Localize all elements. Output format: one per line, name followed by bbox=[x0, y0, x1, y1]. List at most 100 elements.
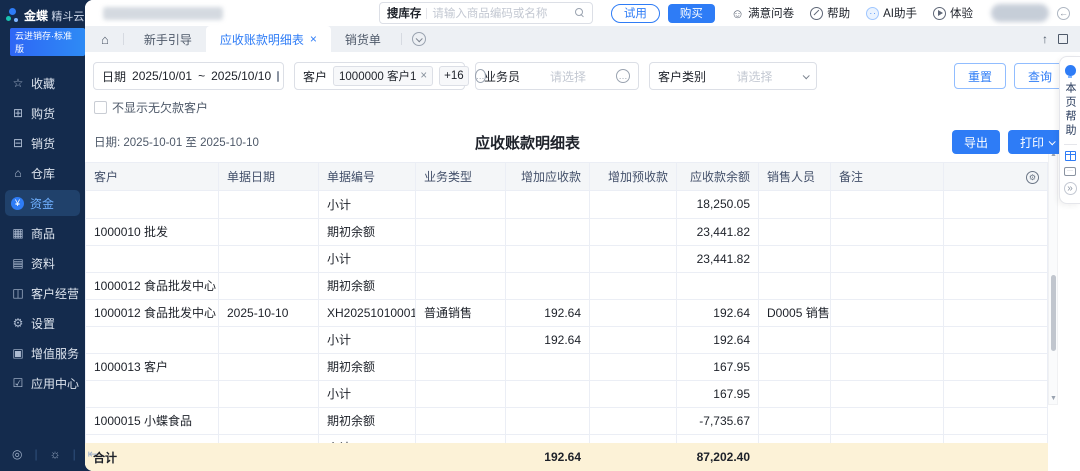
remove-tag-icon[interactable]: × bbox=[420, 70, 427, 82]
table-body-scroll-area[interactable]: 小计 18,250.05 1000010 批发 期初余额 23,441.82 小计 23,4… bbox=[85, 191, 1048, 443]
table-row[interactable]: 小计 23,441.82 bbox=[85, 245, 1048, 273]
table-cell bbox=[943, 380, 1048, 408]
export-button[interactable]: 导出 bbox=[951, 130, 1000, 154]
column-header[interactable]: 备注 bbox=[830, 162, 944, 191]
table-cell bbox=[830, 272, 944, 300]
tab-receivable-report[interactable]: 应收账款明细表 × bbox=[205, 26, 331, 52]
customer-category-field[interactable]: 客户类别 请选择 bbox=[649, 62, 817, 90]
experience-menu[interactable]: 体验 bbox=[933, 5, 973, 21]
table-row[interactable]: 1000012 食品批发中心 2025-10-10 XH20251010001 普通销… bbox=[85, 299, 1048, 327]
gift-icon[interactable] bbox=[1064, 151, 1076, 161]
close-tab-icon[interactable]: × bbox=[310, 32, 317, 46]
column-header[interactable]: 销售人员 bbox=[758, 162, 831, 191]
collapse-panel-icon[interactable]: » bbox=[1063, 182, 1077, 195]
customer-field[interactable]: 客户 1000000 客户1 × +16 … bbox=[294, 62, 486, 90]
table-cell bbox=[218, 272, 319, 300]
column-header[interactable]: 增加预收款 bbox=[589, 162, 677, 191]
filter-bar: 日期 2025/10/01 ~ 2025/10/10 客户 1000000 客户… bbox=[85, 52, 1080, 90]
salesman-placeholder: 请选择 bbox=[550, 69, 587, 84]
user-avatar-redacted[interactable] bbox=[991, 4, 1049, 22]
brand-bold: 金蝶 bbox=[24, 9, 49, 23]
ai-assistant-menu[interactable]: AI助手 bbox=[866, 5, 917, 21]
home-icon[interactable]: ⌂ bbox=[93, 32, 117, 47]
hide-no-debt-checkbox[interactable] bbox=[94, 101, 107, 114]
target-icon[interactable]: ◎ bbox=[12, 447, 22, 461]
print-button[interactable]: 打印 bbox=[1007, 130, 1066, 154]
inventory-search-input[interactable]: 搜库存 请输入商品编码或名称 bbox=[378, 2, 593, 24]
table-row[interactable]: 1000013 客户 期初余额 167.95 bbox=[85, 353, 1048, 381]
sidebar-item-data[interactable]: ▤ 资料 bbox=[5, 250, 80, 276]
table-row[interactable]: 小计 192.64 192.64 bbox=[85, 326, 1048, 354]
fullscreen-icon[interactable] bbox=[1058, 34, 1068, 44]
table-cell bbox=[589, 380, 677, 408]
table-row[interactable]: 小计 -7,735.67 bbox=[85, 434, 1048, 443]
theme-icon[interactable]: ☼ bbox=[50, 447, 61, 461]
survey-menu[interactable]: ☺ 满意问卷 bbox=[731, 5, 794, 21]
sidebar: 金蝶 精斗云 云进销存·标准版 ☆ 收藏 ⊞ 购货 ⊟ 销货 ⌂ 仓库 ¥ 资金 ▦ 商品 ▤ 资料 ◫ 客户… bbox=[0, 0, 98, 471]
product-box-icon: ▦ bbox=[12, 226, 24, 240]
table-total-row: 合计 192.64 87,202.40 bbox=[85, 443, 1048, 471]
sidebar-item-favorites[interactable]: ☆ 收藏 bbox=[5, 70, 80, 96]
sidebar-item-sales[interactable]: ⊟ 销货 bbox=[5, 130, 80, 156]
page-help-tab[interactable]: 本页帮助 bbox=[1062, 82, 1078, 138]
more-options-icon[interactable]: … bbox=[474, 69, 486, 83]
scroll-down-arrow-icon[interactable]: ▼ bbox=[1050, 395, 1057, 402]
sidebar-item-app-center[interactable]: ☑ 应用中心 bbox=[5, 370, 80, 396]
reset-button[interactable]: 重置 bbox=[953, 63, 1006, 89]
table-row[interactable]: 小计 18,250.05 bbox=[85, 191, 1048, 219]
table-cell: 小计 bbox=[318, 326, 416, 354]
scrollbar-thumb[interactable] bbox=[1050, 275, 1056, 351]
table-cell bbox=[589, 272, 677, 300]
help-menu[interactable]: 帮助 bbox=[810, 5, 850, 21]
sidebar-item-label: 资金 bbox=[30, 196, 55, 211]
edition-badge: 云进销存·标准版 bbox=[10, 28, 85, 56]
sidebar-item-settings[interactable]: ⚙ 设置 bbox=[5, 310, 80, 336]
buy-button[interactable]: 购买 bbox=[667, 3, 715, 23]
tab-list-dropdown-icon[interactable] bbox=[411, 32, 426, 46]
more-options-icon[interactable]: … bbox=[616, 69, 630, 83]
trial-button[interactable]: 试用 bbox=[610, 3, 660, 23]
column-header[interactable]: 业务类型 bbox=[415, 162, 506, 191]
column-header[interactable]: 单据日期 bbox=[218, 162, 319, 191]
sidebar-nav: ☆ 收藏 ⊞ 购货 ⊟ 销货 ⌂ 仓库 ¥ 资金 ▦ 商品 ▤ 资料 ◫ 客户经营 ⚙ 设置 ▣ 增值服务 ☑ 应用中心 bbox=[0, 66, 85, 447]
salesman-field[interactable]: 业务员 请选择 … bbox=[475, 62, 639, 90]
tab-guide[interactable]: 新手引导 bbox=[130, 26, 206, 52]
divider bbox=[1063, 144, 1077, 145]
table-cell: 23,441.82 bbox=[676, 245, 759, 273]
sidebar-item-customer-ops[interactable]: ◫ 客户经营 bbox=[5, 280, 80, 306]
table-row[interactable]: 小计 167.95 bbox=[85, 380, 1048, 408]
total-label: 合计 bbox=[93, 450, 118, 465]
table-cell bbox=[415, 245, 506, 273]
table-cell bbox=[218, 407, 319, 435]
date-range-field[interactable]: 日期 2025/10/01 ~ 2025/10/10 bbox=[93, 62, 284, 90]
scroll-top-icon[interactable]: ↑ bbox=[1042, 32, 1048, 46]
table-cell: 期初余额 bbox=[318, 218, 416, 246]
category-field-label: 客户类别 bbox=[658, 69, 707, 84]
table-cell: 192.64 bbox=[676, 326, 759, 354]
table-cell bbox=[758, 326, 831, 354]
customer-more-count[interactable]: +16 bbox=[439, 66, 469, 86]
column-header[interactable]: 客户 bbox=[85, 162, 219, 191]
tab-sales-order[interactable]: 销货单 bbox=[331, 26, 395, 52]
table-vertical-scrollbar[interactable]: ▲ ▼ bbox=[1048, 149, 1058, 405]
table-row[interactable]: 1000015 小蝶食品 期初余额 -7,735.67 bbox=[85, 407, 1048, 435]
table-row[interactable]: 1000010 批发 期初余额 23,441.82 bbox=[85, 218, 1048, 246]
column-header[interactable]: 单据编号 bbox=[318, 162, 416, 191]
collapse-sidebar-icon[interactable]: ⇤ bbox=[88, 447, 98, 461]
column-settings-icon[interactable]: ⚙ bbox=[1026, 171, 1039, 184]
search-icon[interactable] bbox=[574, 8, 585, 18]
collapse-topbar-icon[interactable]: ← bbox=[1057, 6, 1070, 20]
company-name-redacted bbox=[103, 6, 223, 20]
sidebar-item-warehouse[interactable]: ⌂ 仓库 bbox=[5, 160, 80, 186]
calendar-icon[interactable] bbox=[277, 70, 280, 82]
bulb-icon[interactable] bbox=[1064, 65, 1076, 78]
sidebar-item-products[interactable]: ▦ 商品 bbox=[5, 220, 80, 246]
column-header[interactable]: 增加应收款 bbox=[505, 162, 590, 191]
chat-icon[interactable]: ··· bbox=[1064, 167, 1076, 176]
sidebar-item-purchase[interactable]: ⊞ 购货 bbox=[5, 100, 80, 126]
column-header[interactable]: 应收款余额 bbox=[676, 162, 759, 191]
sidebar-item-value-services[interactable]: ▣ 增值服务 bbox=[5, 340, 80, 366]
table-row[interactable]: 1000012 食品批发中心 期初余额 bbox=[85, 272, 1048, 300]
table-cell bbox=[85, 191, 219, 219]
sidebar-item-funds[interactable]: ¥ 资金 bbox=[5, 190, 80, 216]
